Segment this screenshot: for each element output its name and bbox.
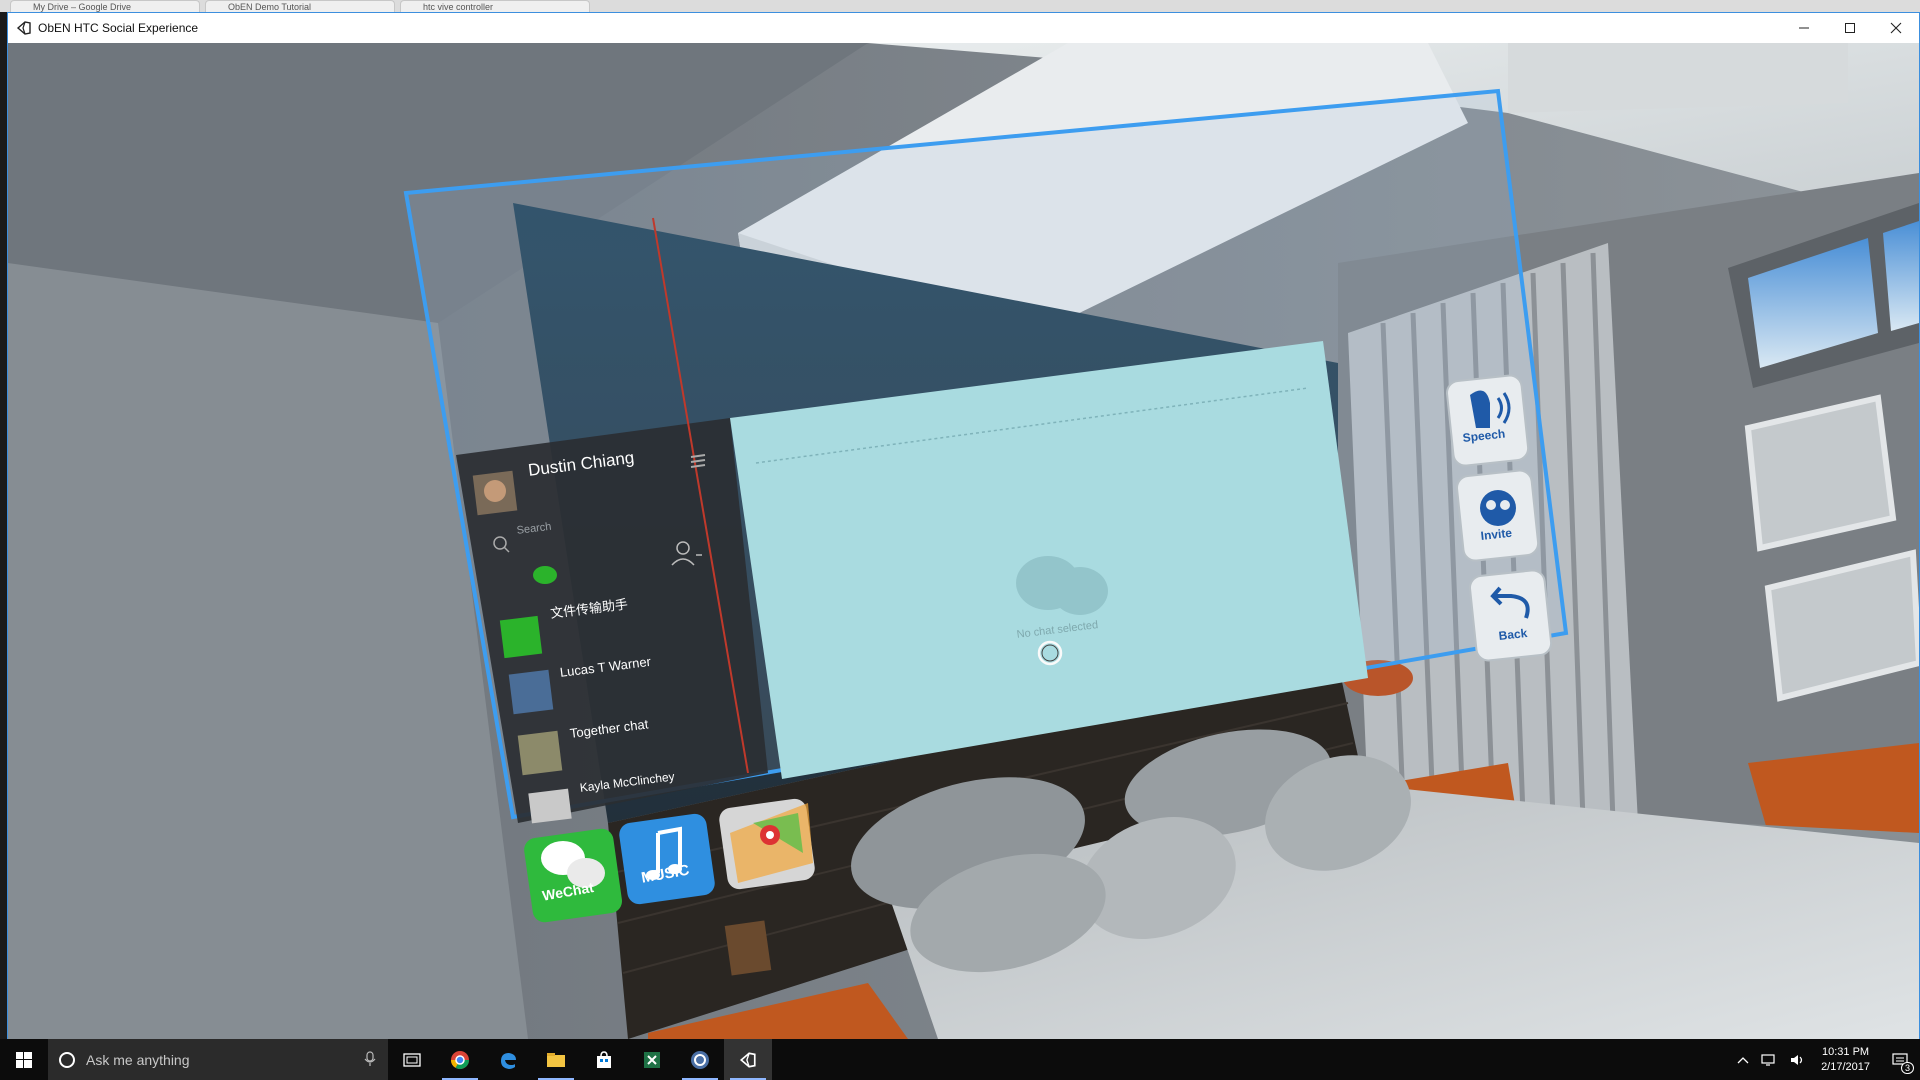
- browser-tab[interactable]: htc vive controller: [400, 0, 590, 12]
- edge-taskbar-button[interactable]: [484, 1039, 532, 1080]
- contact-avatar: [517, 730, 563, 776]
- start-button[interactable]: [0, 1039, 48, 1080]
- app-window: ObEN HTC Social Experience Dustin Chiang…: [7, 12, 1920, 1039]
- browser-tab-strip: My Drive – Google Drive ObEN Demo Tutori…: [0, 0, 1920, 12]
- steam-vr-taskbar-button[interactable]: [676, 1039, 724, 1080]
- maximize-button[interactable]: [1827, 13, 1873, 43]
- system-tray: 10:31 PM 2/17/2017 3: [1731, 1039, 1920, 1080]
- unity-icon: [739, 1051, 756, 1068]
- maximize-icon: [1845, 23, 1855, 33]
- file-explorer-icon: [547, 1052, 565, 1067]
- edge-icon: [501, 1052, 516, 1069]
- window-title: ObEN HTC Social Experience: [38, 21, 199, 35]
- contact-avatar: [508, 669, 554, 715]
- task-view-button[interactable]: [388, 1039, 436, 1080]
- contact-avatar: [528, 788, 572, 824]
- notification-badge: 3: [1900, 1062, 1914, 1074]
- back-button[interactable]: Back: [1498, 626, 1528, 643]
- excel-icon: [644, 1051, 660, 1068]
- taskbar-search-box[interactable]: Ask me anything: [48, 1039, 388, 1080]
- store-icon: [597, 1050, 611, 1068]
- browser-tab[interactable]: My Drive – Google Drive: [10, 0, 200, 12]
- clock-date: 2/17/2017: [1821, 1060, 1870, 1073]
- close-button[interactable]: [1873, 13, 1919, 43]
- chrome-icon: [451, 1050, 469, 1069]
- vr-viewport[interactable]: Dustin Chiang Search 文件传输助手 Lucas T Warn…: [8, 43, 1919, 1039]
- volume-icon[interactable]: [1789, 1053, 1805, 1067]
- chats-tab-icon[interactable]: [533, 566, 557, 584]
- file-explorer-taskbar-button[interactable]: [532, 1039, 580, 1080]
- chevron-up-icon[interactable]: [1737, 1055, 1749, 1065]
- clock-time: 10:31 PM: [1821, 1045, 1870, 1058]
- windows-logo-icon: [16, 1051, 32, 1068]
- browser-tab[interactable]: ObEN Demo Tutorial: [205, 0, 395, 12]
- system-clock[interactable]: 10:31 PM 2/17/2017: [1821, 1045, 1870, 1075]
- vr-scene: [8, 43, 1919, 1039]
- chrome-taskbar-button[interactable]: [436, 1039, 484, 1080]
- taskbar: Ask me anything 10:31 PM 2/17/2017 3: [0, 1039, 1920, 1080]
- taskbar-search-placeholder: Ask me anything: [86, 1051, 190, 1068]
- unity-app-icon: [16, 21, 31, 35]
- close-icon: [1890, 22, 1902, 34]
- window-titlebar[interactable]: ObEN HTC Social Experience: [8, 13, 1919, 43]
- cortana-icon: [59, 1051, 75, 1068]
- steam-vr-icon: [691, 1050, 709, 1069]
- minimize-button[interactable]: [1781, 13, 1827, 43]
- store-taskbar-button[interactable]: [580, 1039, 628, 1080]
- unity-taskbar-button[interactable]: [724, 1039, 772, 1080]
- action-center-button[interactable]: 3: [1880, 1039, 1920, 1080]
- network-icon[interactable]: [1761, 1053, 1777, 1067]
- excel-taskbar-button[interactable]: [628, 1039, 676, 1080]
- minimize-icon: [1799, 27, 1809, 29]
- contact-avatar: [499, 615, 543, 659]
- microphone-icon[interactable]: [364, 1051, 376, 1067]
- task-view-icon: [403, 1052, 421, 1067]
